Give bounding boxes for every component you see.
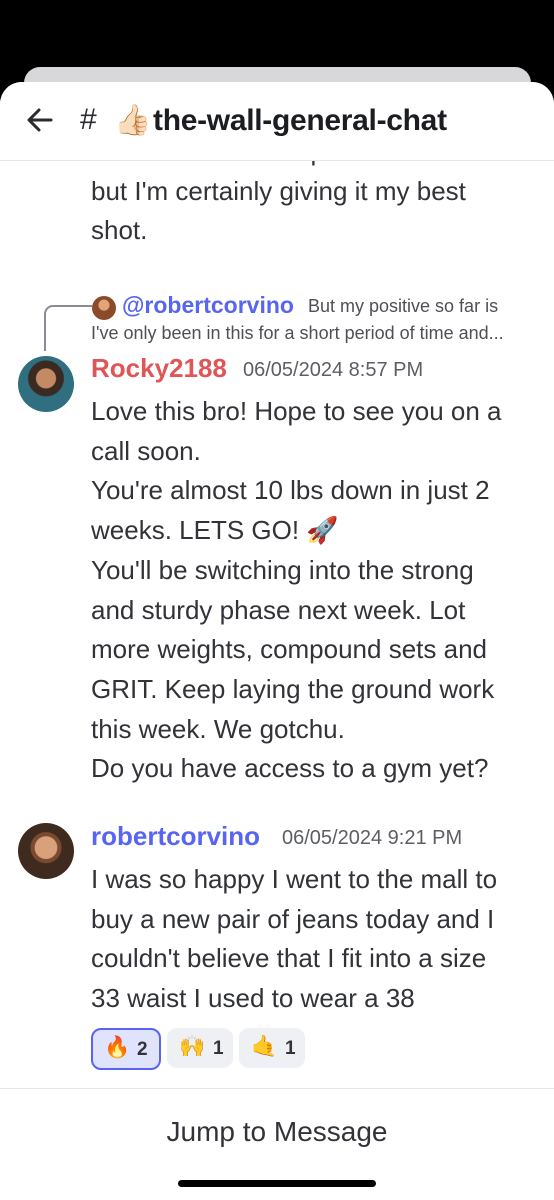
reaction-count: 2	[137, 1039, 148, 1060]
message-line: You'll be switching into the strong	[91, 554, 474, 585]
message-sheet: # 👍🏻 the-wall-general-chat don't know if…	[0, 82, 554, 1200]
back-arrow-icon	[27, 108, 53, 132]
channel-hash-icon: #	[80, 103, 97, 136]
message-author[interactable]: Rocky2188	[91, 353, 227, 384]
reaction-raised-hands[interactable]: 🙌 1	[167, 1028, 233, 1068]
chat-area: don't know if that's possible at 54 but …	[0, 160, 554, 1088]
message-line: but I'm certainly giving it my best	[91, 175, 466, 206]
thumbs-up-icon: 👍🏻	[114, 104, 152, 137]
message-line: GRIT. Keep laying the ground work	[91, 673, 495, 704]
message-timestamp: 06/05/2024 9:21 PM	[282, 827, 463, 849]
raised-hands-icon: 🙌	[179, 1035, 206, 1058]
reply-reference[interactable]: @robertcorvino But my positive so far is…	[0, 288, 554, 351]
avatar[interactable]	[18, 356, 74, 412]
reply-mention[interactable]: @robertcorvino	[122, 292, 294, 319]
reply-avatar	[92, 296, 116, 320]
previous-message-text: don't know if that's possible at 54 but …	[91, 160, 541, 251]
message-line: weeks. LETS GO! 🚀	[91, 515, 339, 546]
message-line: Love this bro! Hope to see you on a	[91, 396, 502, 426]
message-line: couldn't believe that I fit into a size	[91, 943, 487, 974]
message-line: shot.	[91, 215, 148, 246]
message-line: don't know if that's possible at 54	[91, 160, 541, 172]
message-author[interactable]: robertcorvino	[91, 821, 260, 852]
reply-snippet-continued: I've only been in this for a short perio…	[91, 323, 504, 343]
channel-header: # 👍🏻 the-wall-general-chat	[0, 82, 554, 161]
message-line: Do you have access to a gym yet?	[91, 753, 489, 784]
channel-title: the-wall-general-chat	[153, 104, 447, 137]
call-me-hand-icon: 🤙	[251, 1035, 278, 1058]
avatar[interactable]	[18, 823, 74, 879]
message-line: buy a new pair of jeans today and I	[91, 903, 495, 934]
message-timestamp: 06/05/2024 8:57 PM	[243, 359, 424, 381]
reaction-call-me-hand[interactable]: 🤙 1	[239, 1028, 305, 1068]
reply-connector	[44, 305, 92, 351]
reaction-fire[interactable]: 🔥 2	[91, 1028, 161, 1070]
message-line: more weights, compound sets and	[91, 634, 487, 665]
message-line: call soon.	[91, 435, 201, 466]
message-line: You're almost 10 lbs down in just 2	[91, 475, 490, 506]
home-indicator	[178, 1180, 376, 1187]
message-line: I was so happy I went to the mall to	[91, 864, 498, 894]
fire-icon: 🔥	[104, 1036, 131, 1059]
reaction-count: 1	[213, 1038, 224, 1059]
reaction-count: 1	[285, 1038, 296, 1059]
back-button[interactable]	[22, 102, 58, 138]
message-line: 33 waist I used to wear a 38	[91, 983, 415, 1014]
reply-snippet: But my positive so far is	[308, 296, 499, 316]
message-line: this week. We gotchu.	[91, 713, 345, 744]
message-body: Love this bro! Hope to see you on a call…	[91, 392, 541, 789]
message-body: I was so happy I went to the mall to buy…	[91, 860, 541, 1019]
message-line: and sturdy phase next week. Lot	[91, 594, 466, 625]
jump-to-message-button[interactable]: Jump to Message	[0, 1089, 554, 1174]
